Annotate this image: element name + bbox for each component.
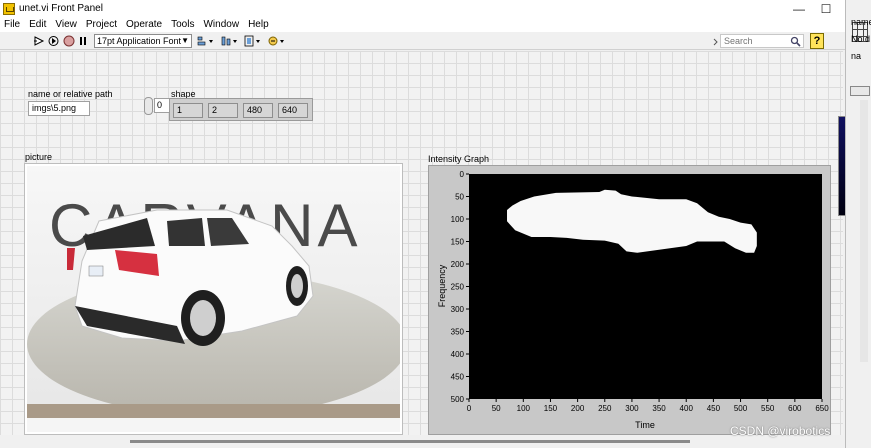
x-tick-label: 50 <box>492 404 501 413</box>
run-continuously-icon[interactable] <box>47 34 60 48</box>
y-tick-label: 100 <box>451 215 465 224</box>
menu-tools[interactable]: Tools <box>167 19 199 30</box>
shape-element: 480 <box>243 103 273 118</box>
horizontal-scrollbar[interactable] <box>0 435 843 448</box>
abort-icon[interactable] <box>63 34 75 48</box>
menu-edit[interactable]: Edit <box>25 19 51 30</box>
path-control[interactable]: imgs\5.png <box>28 101 90 116</box>
distribute-objects-icon[interactable] <box>221 34 239 48</box>
array-index-value[interactable]: 0 <box>154 98 170 113</box>
pause-icon[interactable] <box>78 34 88 48</box>
shape-array-indicator: 1 2 480 640 <box>169 98 313 121</box>
toolbar: 17pt Application Font ▼ ? <box>0 32 845 50</box>
x-tick-label: 250 <box>598 404 612 413</box>
title-bar: unet.vi Front Panel — ☐ <box>0 0 845 17</box>
side-text-name: name <box>851 17 871 27</box>
side-toolbar-icons[interactable] <box>850 86 870 96</box>
path-control-label: name or relative path <box>28 89 113 99</box>
side-text-name-item: na <box>851 51 862 61</box>
shape-element: 640 <box>278 103 308 118</box>
side-vertical-scrollbar[interactable] <box>860 100 868 362</box>
minimize-button[interactable]: — <box>785 0 813 17</box>
x-tick-label: 650 <box>815 404 829 413</box>
y-tick-label: 50 <box>455 193 464 202</box>
x-tick-label: 0 <box>467 404 472 413</box>
picture-label: picture <box>25 152 53 162</box>
picture-indicator: CARVANA <box>24 163 403 435</box>
shape-element: 1 <box>173 103 203 118</box>
reorder-icon[interactable] <box>268 34 286 48</box>
intensity-graph-label: Intensity Graph <box>428 154 490 164</box>
x-tick-label: 300 <box>625 404 639 413</box>
search-box[interactable] <box>720 34 804 48</box>
array-index-control[interactable]: 0 <box>144 97 170 115</box>
chevron-down-icon: ▼ <box>181 36 189 45</box>
y-tick-label: 250 <box>451 283 465 292</box>
y-tick-label: 400 <box>451 350 465 359</box>
side-window: name No d na <box>845 0 871 448</box>
y-axis-label: Frequency <box>437 264 447 307</box>
y-tick-label: 350 <box>451 328 465 337</box>
front-panel-window: unet.vi Front Panel — ☐ File Edit View P… <box>0 0 854 448</box>
shape-element: 2 <box>208 103 238 118</box>
menu-view[interactable]: View <box>51 19 82 30</box>
labview-vi-icon <box>3 2 15 15</box>
menu-window[interactable]: Window <box>199 19 244 30</box>
x-tick-label: 350 <box>652 404 666 413</box>
x-tick-label: 400 <box>680 404 694 413</box>
x-axis-label: Time <box>635 420 655 430</box>
menu-operate[interactable]: Operate <box>122 19 167 30</box>
font-select[interactable]: 17pt Application Font ▼ <box>94 34 192 48</box>
menu-help[interactable]: Help <box>244 19 274 30</box>
align-objects-icon[interactable] <box>197 34 215 48</box>
menu-file[interactable]: File <box>0 19 25 30</box>
x-tick-label: 200 <box>571 404 585 413</box>
search-input[interactable] <box>724 35 790 47</box>
menu-bar: File Edit View Project Operate Tools Win… <box>0 17 845 32</box>
y-tick-label: 450 <box>451 373 465 382</box>
y-tick-label: 200 <box>451 260 465 269</box>
font-select-value: 17pt Application Font <box>97 36 182 46</box>
maximize-button[interactable]: ☐ <box>812 0 840 17</box>
x-tick-label: 100 <box>517 404 531 413</box>
side-text-no-data: No d <box>851 34 871 44</box>
y-tick-label: 500 <box>451 395 465 404</box>
y-tick-label: 150 <box>451 238 465 247</box>
index-spinner[interactable] <box>144 97 153 115</box>
window-title: unet.vi Front Panel <box>19 3 103 14</box>
front-panel-canvas: name or relative path imgs\5.png shape 0… <box>0 51 843 435</box>
intensity-graph: 0 50 100 150 200 250 300 350 400 450 500 550 600 650 … <box>428 165 831 435</box>
y-tick-label: 0 <box>460 170 465 179</box>
x-tick-label: 500 <box>734 404 748 413</box>
car-photo: CARVANA <box>27 166 400 432</box>
x-tick-label: 550 <box>761 404 775 413</box>
watermark: CSDN @virobotics <box>730 424 831 438</box>
run-arrow-icon[interactable] <box>33 34 45 48</box>
x-tick-label: 450 <box>707 404 721 413</box>
search-icon[interactable] <box>790 36 801 47</box>
scrollbar-thumb[interactable] <box>130 440 690 443</box>
y-tick-label: 300 <box>451 305 465 314</box>
search-dropdown-icon[interactable] <box>713 34 719 48</box>
resize-objects-icon[interactable] <box>244 34 262 48</box>
x-tick-label: 600 <box>788 404 802 413</box>
menu-project[interactable]: Project <box>82 19 122 30</box>
intensity-graph-plot: 0 50 100 150 200 250 300 350 400 450 500 550 600 650 … <box>437 170 829 430</box>
x-tick-label: 150 <box>544 404 558 413</box>
context-help-button[interactable]: ? <box>810 33 824 49</box>
